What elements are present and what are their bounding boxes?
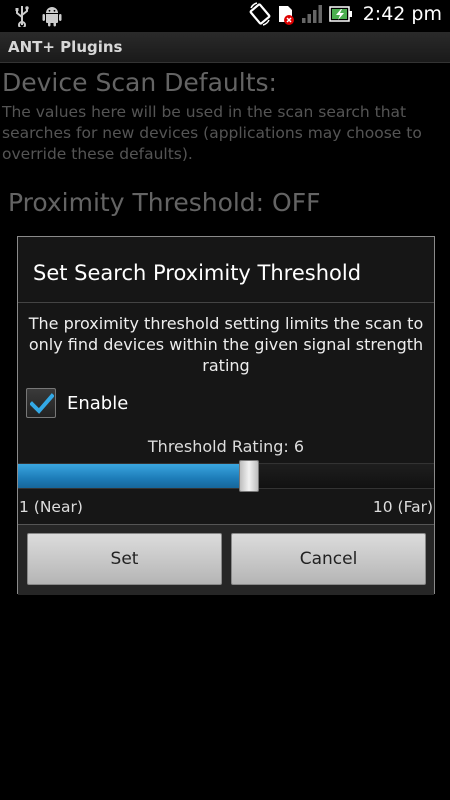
slider-thumb[interactable] [238,460,259,492]
app-title: ANT+ Plugins [8,38,123,56]
slider-progress [18,464,249,488]
proximity-threshold-setting: Proximity Threshold: OFF [8,188,321,217]
section-heading: Device Scan Defaults: [2,68,277,97]
section-description: The values here will be used in the scan… [2,103,422,163]
app-titlebar: ANT+ Plugins [0,32,450,63]
dialog-message: The proximity threshold setting limits t… [28,314,424,375]
status-time: 2:42 pm [362,3,442,25]
threshold-slider[interactable] [18,460,434,492]
battery-charging-icon [328,5,353,23]
usb-icon [14,5,30,27]
no-sim-icon [277,2,295,26]
enable-label[interactable]: Enable [67,393,128,414]
screen-rotate-icon [249,2,271,26]
set-button[interactable]: Set [27,533,222,585]
range-min-label: 1 (Near) [19,498,83,516]
enable-checkbox[interactable] [26,388,56,418]
cancel-button[interactable]: Cancel [231,533,426,585]
threshold-rating-label: Threshold Rating: 6 [147,437,305,456]
range-max-label: 10 (Far) [372,498,433,516]
proximity-threshold-dialog: Set Search Proximity Threshold The proxi… [17,236,435,595]
dialog-title: Set Search Proximity Threshold [18,237,434,303]
checkmark-icon [30,393,54,414]
signal-icon [301,4,323,24]
status-bar: 2:42 pm [0,0,450,32]
android-debug-icon [42,5,62,27]
dialog-button-bar: Set Cancel [18,524,434,595]
